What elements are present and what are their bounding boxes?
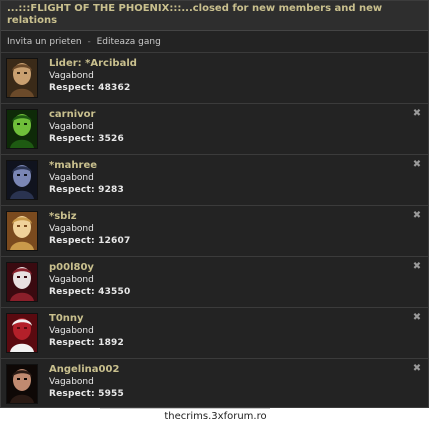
avatar-portrait-icon[interactable] xyxy=(6,58,38,98)
forum-link[interactable]: thecrims.3xforum.ro xyxy=(0,411,431,422)
member-rank: Vagabond xyxy=(49,71,94,81)
member-rank: Vagabond xyxy=(49,122,94,132)
member-list: Lider: *Arcibald Vagabond Respect: 48362 ca… xyxy=(1,53,428,407)
gang-title: ...:::FLIGHT OF THE PHOENIX:::...closed … xyxy=(1,1,428,31)
member-rank: Vagabond xyxy=(49,275,94,285)
avatar-dark-hair-icon[interactable] xyxy=(6,364,38,404)
member-info: T0nny Vagabond Respect: 1892 xyxy=(49,312,124,349)
member-respect: Respect: 48362 xyxy=(49,83,131,93)
member-name[interactable]: *mahree xyxy=(49,159,124,172)
edit-gang-link[interactable]: Editeaza gang xyxy=(97,37,161,47)
member-respect: Respect: 12607 xyxy=(49,236,131,246)
member-rank: Vagabond xyxy=(49,377,94,387)
member-respect: Respect: 9283 xyxy=(49,185,124,195)
avatar-green-monster-icon[interactable] xyxy=(6,109,38,149)
gang-links: Invita un prieten - Editeaza gang xyxy=(1,31,428,53)
member-name[interactable]: carnivor xyxy=(49,108,124,121)
avatar-dark-face-icon[interactable] xyxy=(6,160,38,200)
member-rank: Vagabond xyxy=(49,224,94,234)
member-name[interactable]: Lider: *Arcibald xyxy=(49,57,137,70)
member-respect: Respect: 43550 xyxy=(49,287,131,297)
footer-divider xyxy=(100,408,270,409)
member-row: Angelina002 Vagabond Respect: 5955 ✖ xyxy=(1,359,428,407)
avatar-blond-face-icon[interactable] xyxy=(6,211,38,251)
close-icon[interactable]: ✖ xyxy=(412,313,422,323)
member-name[interactable]: Angelina002 xyxy=(49,363,124,376)
member-row: Lider: *Arcibald Vagabond Respect: 48362 xyxy=(1,53,428,104)
member-row: carnivor Vagabond Respect: 3526 ✖ xyxy=(1,104,428,155)
member-rank: Vagabond xyxy=(49,326,94,336)
member-info: *mahree Vagabond Respect: 9283 xyxy=(49,159,124,196)
member-info: Lider: *Arcibald Vagabond Respect: 48362 xyxy=(49,57,137,94)
member-info: *sbiz Vagabond Respect: 12607 xyxy=(49,210,130,247)
member-rank: Vagabond xyxy=(49,173,94,183)
member-name[interactable]: p00l80y xyxy=(49,261,130,274)
member-row: p00l80y Vagabond Respect: 43550 ✖ xyxy=(1,257,428,308)
member-info: Angelina002 Vagabond Respect: 5955 xyxy=(49,363,124,400)
member-respect: Respect: 1892 xyxy=(49,338,124,348)
member-info: carnivor Vagabond Respect: 3526 xyxy=(49,108,124,145)
member-row: *sbiz Vagabond Respect: 12607 ✖ xyxy=(1,206,428,257)
member-name[interactable]: T0nny xyxy=(49,312,124,325)
avatar-red-figure-icon[interactable] xyxy=(6,313,38,353)
invite-friend-link[interactable]: Invita un prieten xyxy=(7,37,82,47)
member-row: T0nny Vagabond Respect: 1892 ✖ xyxy=(1,308,428,359)
close-icon[interactable]: ✖ xyxy=(412,364,422,374)
member-respect: Respect: 3526 xyxy=(49,134,124,144)
close-icon[interactable]: ✖ xyxy=(412,211,422,221)
close-icon[interactable]: ✖ xyxy=(412,109,422,119)
member-row: *mahree Vagabond Respect: 9283 ✖ xyxy=(1,155,428,206)
member-info: p00l80y Vagabond Respect: 43550 xyxy=(49,261,130,298)
link-separator: - xyxy=(87,37,91,47)
avatar-hat-figure-icon[interactable] xyxy=(6,262,38,302)
footer: thecrims.3xforum.ro xyxy=(0,408,431,427)
member-name[interactable]: *sbiz xyxy=(49,210,130,223)
close-icon[interactable]: ✖ xyxy=(412,262,422,272)
member-respect: Respect: 5955 xyxy=(49,389,124,399)
gang-panel: ...:::FLIGHT OF THE PHOENIX:::...closed … xyxy=(0,0,429,408)
close-icon[interactable]: ✖ xyxy=(412,160,422,170)
